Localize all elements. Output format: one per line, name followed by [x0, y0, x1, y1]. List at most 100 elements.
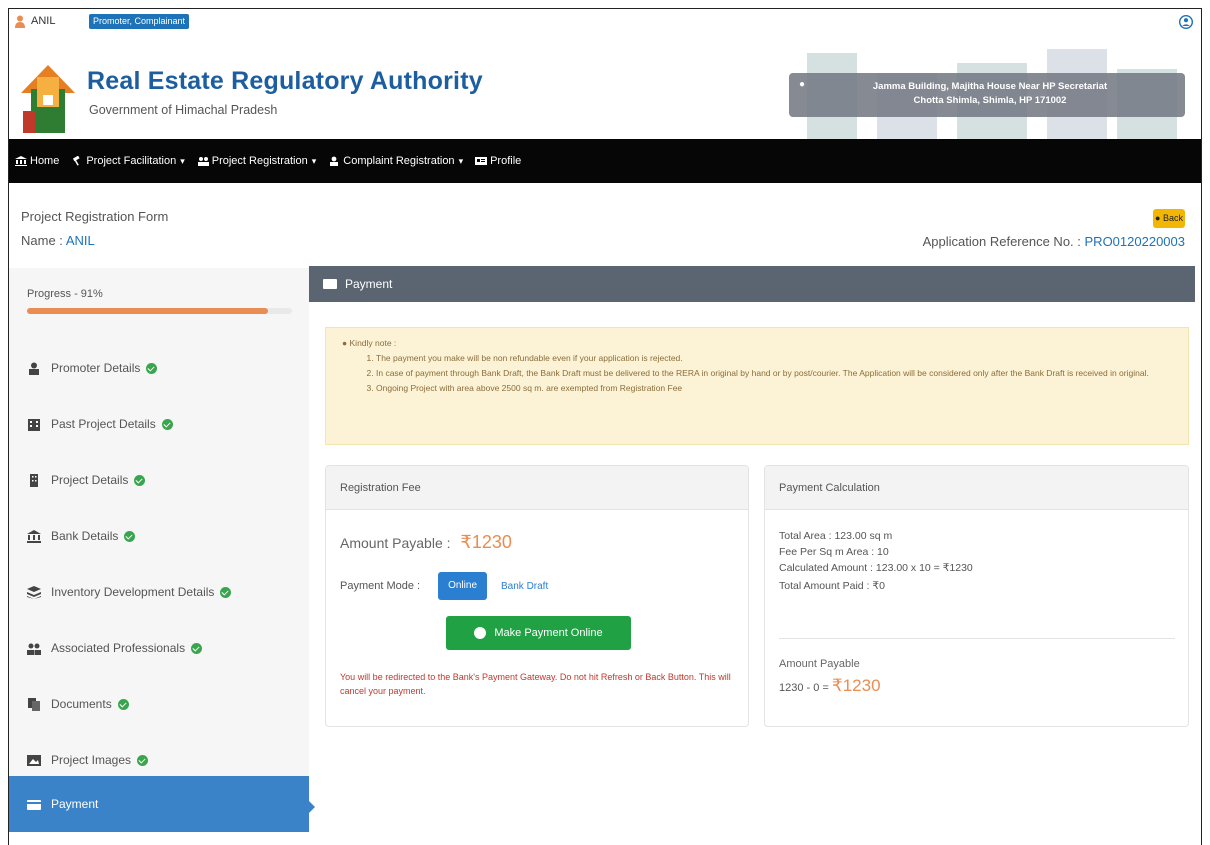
- payment-calculation-card: Payment Calculation Total Area : 123.00 …: [764, 465, 1189, 727]
- sidebar-item-label: Past Project Details: [51, 417, 156, 431]
- progress-label: Progress - 91%: [27, 288, 103, 300]
- sidebar-item-payment[interactable]: Payment: [9, 776, 309, 832]
- amount-payable-label: Amount Payable: [779, 658, 860, 670]
- chevron-down-icon: ▾: [458, 155, 464, 166]
- brand-title: Real Estate Regulatory Authority: [87, 67, 483, 95]
- back-icon: ●: [1155, 213, 1161, 223]
- main-navbar: Home Project Facilitation ▾ Project Regi…: [9, 139, 1201, 183]
- nav-profile[interactable]: Profile: [475, 155, 521, 167]
- users-icon: [197, 157, 209, 166]
- amount-payable-label: Amount Payable :: [340, 535, 451, 551]
- note-item: The payment you make will be non refunda…: [376, 351, 1172, 366]
- total-amount-paid: Total Amount Paid : ₹0: [779, 580, 885, 592]
- user-icon: [15, 15, 25, 28]
- section-header-payment: Payment: [309, 266, 1195, 302]
- amount-payable-row: 1230 - 0 = ₹1230: [779, 676, 881, 696]
- amount-payable-row: Amount Payable : ₹1230: [340, 532, 512, 553]
- sidebar-item-label: Associated Professionals: [51, 641, 186, 655]
- info-icon: ●: [342, 338, 348, 348]
- registration-fee-card: Registration Fee Amount Payable : ₹1230 …: [325, 465, 749, 727]
- nav-project-registration[interactable]: Project Registration ▾: [197, 155, 317, 167]
- back-label: Back: [1162, 213, 1183, 223]
- sidebar-item-label: Project Images: [51, 753, 132, 767]
- app-ref-label: Application Reference No. :: [922, 234, 1081, 249]
- application-reference: Application Reference No. : PRO012022000…: [923, 234, 1185, 249]
- note-item: Ongoing Project with area above 2500 sq …: [376, 381, 1172, 396]
- progress-bar: [27, 308, 292, 314]
- sidebar-item-label: Payment: [51, 797, 99, 811]
- nav-profile-label: Profile: [490, 155, 522, 167]
- sidebar-item-label: Documents: [51, 697, 112, 711]
- check-circle-icon: [220, 586, 232, 598]
- payable-value: ₹1230: [831, 676, 881, 695]
- applicant-name-row: Name : ANIL: [21, 233, 95, 248]
- nav-home-label: Home: [30, 155, 60, 167]
- check-circle-icon: [134, 474, 146, 486]
- name-value: ANIL: [65, 233, 95, 248]
- section-title: Payment: [345, 277, 393, 291]
- progress-fill: [27, 308, 269, 314]
- card-icon: [27, 799, 41, 810]
- bank-icon: [15, 156, 27, 166]
- check-circle-icon: [191, 642, 203, 654]
- registration-fee-title: Registration Fee: [326, 466, 748, 510]
- check-circle-icon: [146, 362, 158, 374]
- app-ref-value: PRO0120220003: [1084, 234, 1185, 249]
- nav-complaint-registration-label: Complaint Registration: [343, 155, 455, 167]
- calculated-amount: Calculated Amount : 123.00 x 10 = ₹1230: [779, 562, 973, 574]
- sidebar-item-documents[interactable]: Documents: [9, 676, 309, 732]
- nav-home[interactable]: Home: [15, 155, 59, 167]
- sidebar-item-project-details[interactable]: Project Details: [9, 452, 309, 508]
- gavel-icon: [73, 156, 80, 166]
- address-line-1: Jamma Building, Majitha House Near HP Se…: [872, 81, 1108, 92]
- sidebar-item-bank-details[interactable]: Bank Details: [9, 508, 309, 564]
- user-name[interactable]: ANIL: [31, 15, 55, 27]
- back-button[interactable]: ● Back: [1153, 209, 1185, 228]
- make-payment-label: Make Payment Online: [494, 627, 603, 639]
- bank-icon: [27, 529, 41, 543]
- form-title: Project Registration Form: [21, 209, 169, 224]
- name-label: Name :: [21, 233, 63, 248]
- sidebar-item-label: Project Details: [51, 473, 129, 487]
- active-pointer: [307, 799, 315, 815]
- building-icon: [28, 418, 40, 431]
- map-pin-icon: ●: [799, 79, 806, 90]
- payment-mode-online-button[interactable]: Online: [438, 572, 487, 600]
- sidebar-item-promoter-details[interactable]: Promoter Details: [9, 340, 309, 396]
- note-item: In case of payment through Bank Draft, t…: [376, 366, 1172, 381]
- sidebar-item-associated-professionals[interactable]: Associated Professionals: [9, 620, 309, 676]
- payment-calculation-title: Payment Calculation: [765, 466, 1188, 510]
- payment-mode-label: Payment Mode :: [340, 580, 421, 592]
- sidebar-item-past-project-details[interactable]: Past Project Details: [9, 396, 309, 452]
- site-header: Real Estate Regulatory Authority Governm…: [9, 35, 1201, 139]
- card-icon: [323, 279, 337, 289]
- nav-project-facilitation[interactable]: Project Facilitation ▾: [71, 155, 185, 167]
- check-circle-icon: [161, 418, 173, 430]
- globe-icon: [474, 627, 487, 639]
- id-card-icon: [475, 157, 488, 165]
- user-icon: [29, 362, 39, 375]
- building-icon: [30, 473, 38, 487]
- make-payment-online-button[interactable]: Make Payment Online: [446, 616, 631, 650]
- total-area: Total Area : 123.00 sq m: [779, 530, 893, 542]
- registration-sidebar: Progress - 91% Promoter Details Past Pro…: [9, 268, 315, 832]
- sidebar-item-inventory-development-details[interactable]: Inventory Development Details: [9, 564, 309, 620]
- check-circle-icon: [137, 754, 149, 766]
- role-badge: Promoter, Complainant: [89, 14, 190, 29]
- note-heading: Kindly note :: [349, 338, 397, 348]
- amount-payable-value: ₹1230: [460, 532, 512, 552]
- address-box: Jamma Building, Majitha House Near HP Se…: [789, 73, 1185, 117]
- check-circle-icon: [124, 530, 136, 542]
- chevron-down-icon: ▾: [311, 155, 317, 166]
- address-line-2: Chotta Shimla, Shimla, HP 171002: [913, 95, 1067, 106]
- rera-logo: [21, 65, 75, 133]
- nav-complaint-registration[interactable]: Complaint Registration ▾: [328, 155, 463, 167]
- brand-subtitle: Government of Himachal Pradesh: [89, 103, 278, 117]
- payment-mode-row: Payment Mode : Online Bank Draft: [340, 572, 548, 600]
- sidebar-item-label: Bank Details: [51, 529, 119, 543]
- divider: [779, 638, 1175, 639]
- sidebar-item-label: Promoter Details: [51, 361, 141, 375]
- layers-icon: [27, 585, 41, 599]
- payment-mode-bank-draft-button[interactable]: Bank Draft: [501, 581, 548, 592]
- account-circle-icon[interactable]: [1179, 15, 1193, 29]
